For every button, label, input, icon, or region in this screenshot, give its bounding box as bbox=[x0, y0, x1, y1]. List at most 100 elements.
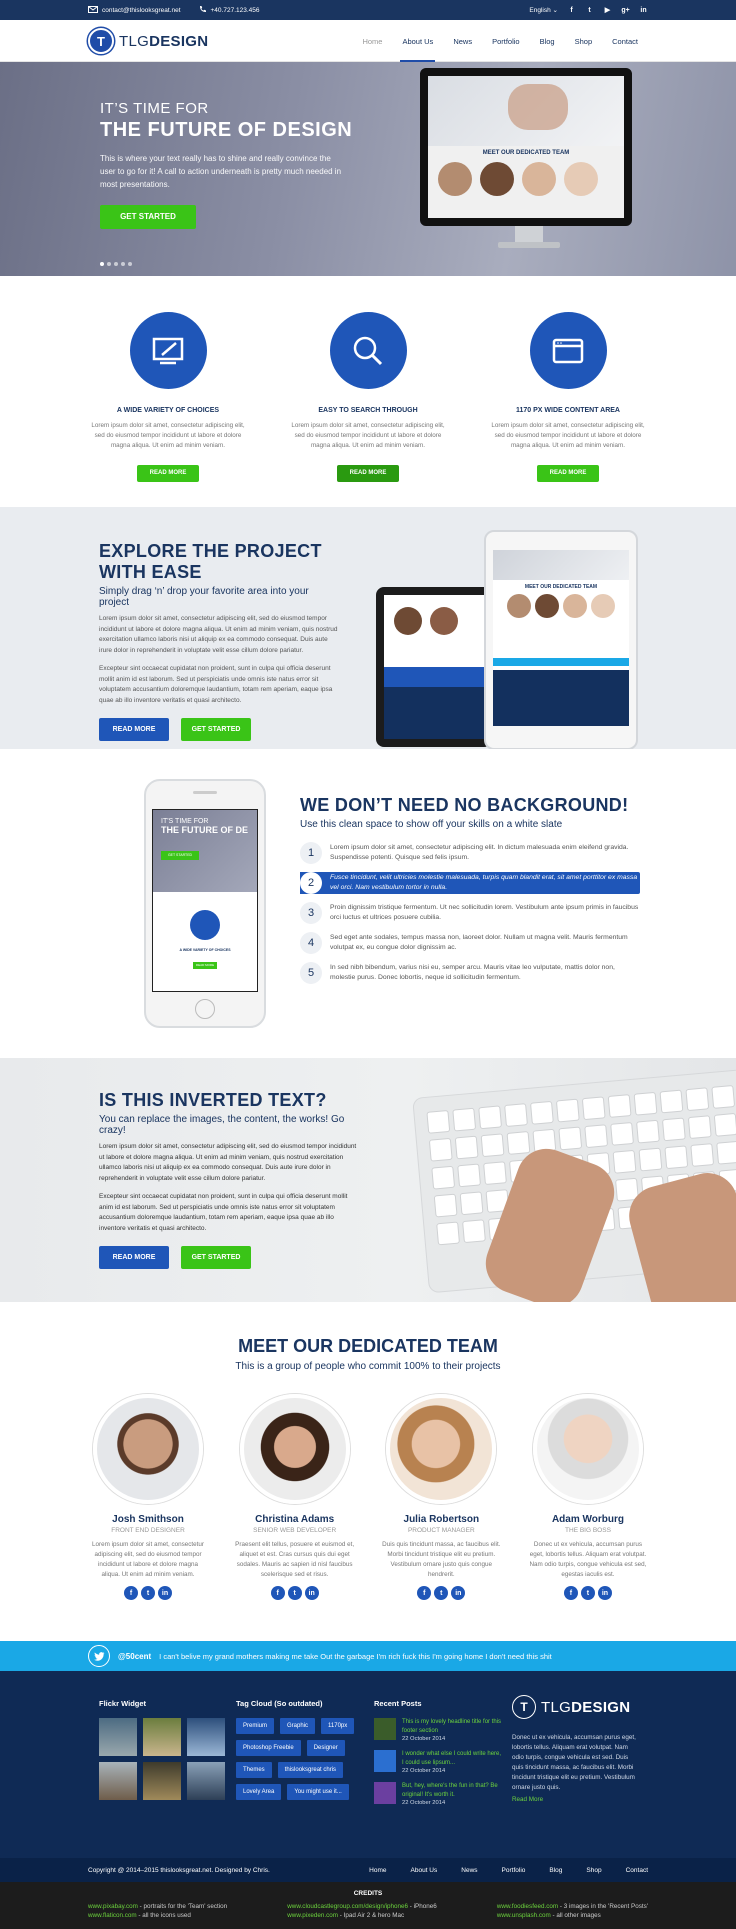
twitter-icon[interactable]: t bbox=[434, 1586, 449, 1600]
bottom-nav-shop[interactable]: Shop bbox=[586, 1867, 601, 1874]
list-text: Sed eget ante sodales, tempus massa non,… bbox=[330, 934, 628, 951]
credit-link[interactable]: www.foodiesfeed.com bbox=[497, 1903, 558, 1910]
explore-read-more-button[interactable]: READ MORE bbox=[99, 718, 169, 741]
tag[interactable]: Designer bbox=[306, 1740, 345, 1756]
credit-link[interactable]: www.pixabay.com bbox=[88, 1903, 138, 1910]
flickr-thumbnail[interactable] bbox=[187, 1762, 225, 1800]
twitter-icon[interactable]: t bbox=[287, 1586, 302, 1600]
list-item-highlighted[interactable]: 2 Fusce tincidunt, velit ultricies molest… bbox=[300, 872, 640, 894]
twitter-icon[interactable]: t bbox=[580, 1586, 595, 1600]
linkedin-icon[interactable]: in bbox=[304, 1586, 319, 1600]
twitter-icon[interactable]: t bbox=[585, 6, 594, 15]
tag[interactable]: Themes bbox=[236, 1762, 272, 1778]
list-item[interactable]: 4 Sed eget ante sodales, tempus massa non… bbox=[300, 932, 640, 954]
tweet-user[interactable]: @50cent bbox=[118, 1652, 151, 1661]
inverted-get-started-button[interactable]: GET STARTED bbox=[181, 1246, 251, 1269]
credit-link[interactable]: www.cloudcastlegroup.com/design/iphone6 bbox=[287, 1903, 408, 1910]
explore-get-started-button[interactable]: GET STARTED bbox=[181, 718, 251, 741]
tag[interactable]: Graphic bbox=[280, 1718, 316, 1734]
facebook-icon[interactable]: f bbox=[563, 1586, 578, 1600]
logo-text: TLGDESIGN bbox=[119, 33, 208, 50]
tag[interactable]: Photoshop Freebie bbox=[236, 1740, 301, 1756]
feature-read-more-button[interactable]: READ MORE bbox=[537, 465, 599, 482]
inverted-read-more-button[interactable]: READ MORE bbox=[99, 1246, 169, 1269]
tag[interactable]: 1170px bbox=[321, 1718, 355, 1734]
feature-description: Lorem ipsum dolor sit amet, consectetur … bbox=[91, 422, 245, 449]
site-logo[interactable]: T TLGDESIGN bbox=[88, 28, 208, 54]
nav-portfolio[interactable]: Portfolio bbox=[482, 20, 530, 62]
nav-blog[interactable]: Blog bbox=[530, 20, 565, 62]
google-plus-icon[interactable]: g+ bbox=[621, 6, 630, 15]
list-item[interactable]: 5 In sed nibh bibendum, varius nisi eu, s… bbox=[300, 962, 640, 984]
flickr-thumbnail[interactable] bbox=[187, 1718, 225, 1756]
credit-link[interactable]: www.pixeden.com bbox=[287, 1912, 338, 1919]
list-item[interactable]: 1 Lorem ipsum dolor sit amet, consectetur… bbox=[300, 842, 640, 864]
bottom-nav-news[interactable]: News bbox=[461, 1867, 477, 1874]
keyboard-key bbox=[711, 1085, 736, 1109]
twitter-icon[interactable]: t bbox=[141, 1586, 155, 1600]
contact-email[interactable]: contact@thislooksgreat.net bbox=[88, 5, 181, 15]
flickr-thumbnail[interactable] bbox=[143, 1718, 181, 1756]
slider-dot[interactable] bbox=[128, 262, 132, 266]
post-thumbnail bbox=[374, 1718, 396, 1740]
bottom-nav-contact[interactable]: Contact bbox=[626, 1867, 648, 1874]
language-label: English bbox=[529, 7, 551, 14]
nav-about-us[interactable]: About Us bbox=[392, 20, 443, 62]
slider-dot[interactable] bbox=[107, 262, 111, 266]
nav-shop[interactable]: Shop bbox=[565, 20, 603, 62]
credit-link[interactable]: www.flaticon.com bbox=[88, 1912, 137, 1919]
language-select[interactable]: English ⌄ bbox=[529, 6, 558, 14]
nav-news[interactable]: News bbox=[443, 20, 482, 62]
slider-dot[interactable] bbox=[114, 262, 118, 266]
keyboard-key bbox=[584, 1124, 609, 1149]
avatar bbox=[438, 162, 472, 196]
twitter-feed-bar: @50cent I can't belive my grand mothers … bbox=[0, 1641, 736, 1671]
tag[interactable]: You might use it... bbox=[287, 1784, 349, 1800]
tag[interactable]: Premium bbox=[236, 1718, 275, 1734]
linkedin-icon[interactable]: in bbox=[597, 1586, 612, 1600]
footer-logo[interactable]: T TLGDESIGN bbox=[512, 1695, 637, 1719]
keyboard-key bbox=[506, 1131, 531, 1155]
credit-link[interactable]: www.unsplash.com bbox=[497, 1912, 551, 1919]
footer-about-text: Donec ut ex vehicula, accumsan purus ege… bbox=[512, 1734, 636, 1791]
feature-item: 1170 PX WIDE CONTENT AREA Lorem ipsum do… bbox=[488, 312, 648, 482]
nav-contact[interactable]: Contact bbox=[602, 20, 648, 62]
flickr-thumbnail[interactable] bbox=[99, 1762, 137, 1800]
recent-post[interactable]: I wonder what else I could write here, I… bbox=[374, 1750, 504, 1774]
feature-read-more-button[interactable]: READ MORE bbox=[337, 465, 399, 482]
bottom-nav-home[interactable]: Home bbox=[369, 1867, 386, 1874]
facebook-icon[interactable]: f bbox=[567, 6, 576, 15]
facebook-icon[interactable]: f bbox=[270, 1586, 285, 1600]
recent-post[interactable]: This is my lovely headline title for thi… bbox=[374, 1718, 504, 1742]
facebook-icon[interactable]: f bbox=[417, 1586, 432, 1600]
nav-home[interactable]: Home bbox=[352, 20, 392, 62]
keyboard-key bbox=[685, 1087, 710, 1112]
bottom-nav-blog[interactable]: Blog bbox=[549, 1867, 562, 1874]
keyboard-key bbox=[431, 1165, 456, 1190]
feature-read-more-button[interactable]: READ MORE bbox=[137, 465, 199, 482]
footer-read-more-link[interactable]: Read More bbox=[512, 1796, 637, 1803]
inverted-paragraph: Excepteur sint occaecat cupidatat non pr… bbox=[99, 1193, 348, 1232]
tag[interactable]: thislooksgreat chris bbox=[277, 1762, 344, 1778]
member-description: Lorem ipsum dolor sit amet, consectetur … bbox=[92, 1541, 204, 1578]
linkedin-icon[interactable]: in bbox=[639, 6, 648, 15]
hero-get-started-button[interactable]: GET STARTED bbox=[100, 205, 196, 229]
bottom-nav-portfolio[interactable]: Portfolio bbox=[502, 1867, 526, 1874]
twitter-bird-icon[interactable] bbox=[88, 1645, 110, 1667]
flickr-thumbnail[interactable] bbox=[143, 1762, 181, 1800]
flickr-thumbnail[interactable] bbox=[99, 1718, 137, 1756]
slider-dot[interactable] bbox=[100, 262, 104, 266]
bottom-nav-about-us[interactable]: About Us bbox=[411, 1867, 438, 1874]
facebook-icon[interactable]: f bbox=[124, 1586, 138, 1600]
tag[interactable]: Lovely Area bbox=[236, 1784, 282, 1800]
linkedin-icon[interactable]: in bbox=[158, 1586, 172, 1600]
youtube-icon[interactable]: ▶ bbox=[603, 6, 612, 15]
keyboard-key bbox=[716, 1140, 736, 1165]
contact-phone[interactable]: +40.727.123.456 bbox=[199, 5, 260, 15]
linkedin-icon[interactable]: in bbox=[451, 1586, 466, 1600]
slider-dot[interactable] bbox=[121, 262, 125, 266]
credit-text: - portraits for the 'Team' section bbox=[137, 1903, 228, 1910]
list-item[interactable]: 3 Proin dignissim tristique fermentum. Ut… bbox=[300, 902, 640, 924]
phone-feature-button: READ MORE bbox=[193, 962, 217, 969]
recent-post[interactable]: But, hey, where's the fun in that? Be or… bbox=[374, 1782, 504, 1806]
